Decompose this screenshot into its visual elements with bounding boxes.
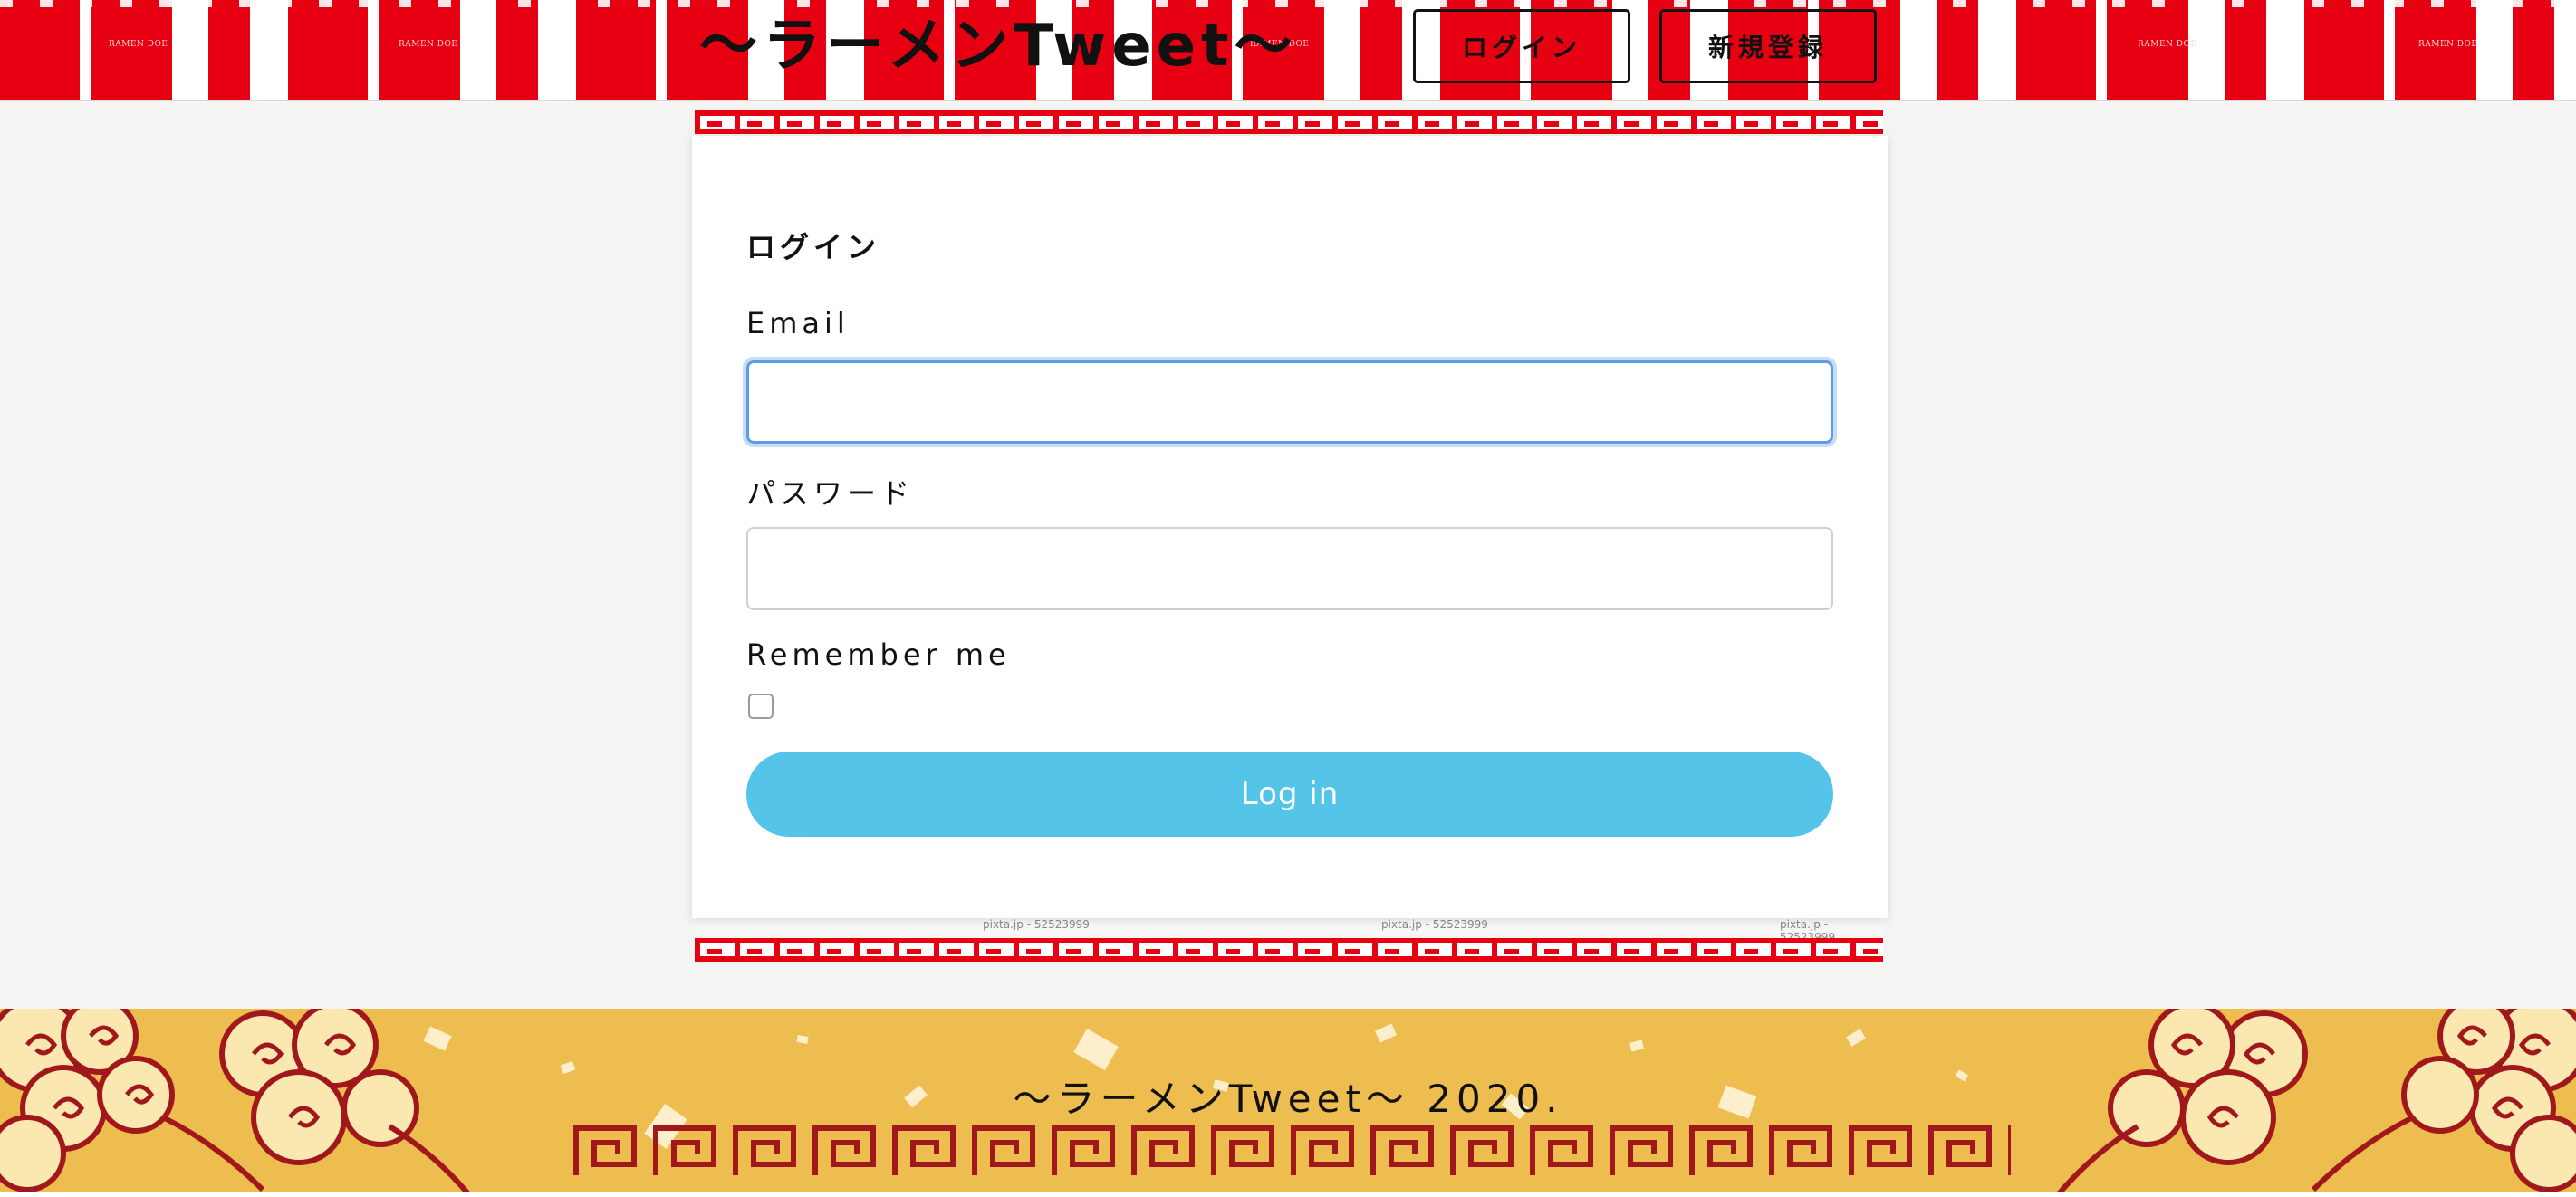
stripe-tag: RAMEN DOE — [109, 40, 168, 49]
stripe-tag: RAMEN DOE — [399, 40, 458, 49]
site-title-link[interactable]: 〜ラーメンTweet〜 — [699, 5, 1298, 87]
site-header: RAMEN DOE RAMEN DOE RAMEN DOE RAMEN DOE … — [0, 0, 2576, 101]
header-login-button[interactable]: ログイン — [1413, 9, 1630, 83]
watermark-text: pixta.jp - 52523999 — [983, 918, 1090, 931]
login-card: ログイン Email パスワード Remember me Log in — [692, 136, 1888, 918]
bottom-edge — [0, 1192, 2576, 1197]
confetti-piece — [1073, 1029, 1119, 1070]
header-signup-button[interactable]: 新規登録 — [1659, 9, 1877, 83]
stripe-tag: RAMEN DOE — [2138, 40, 2197, 49]
password-input[interactable] — [746, 527, 1833, 610]
greek-key-border-top — [695, 110, 1883, 134]
confetti-piece — [796, 1035, 809, 1044]
confetti-piece — [1629, 1039, 1645, 1052]
footer-greek-key-band — [571, 1123, 2011, 1181]
remember-me-label: Remember me — [746, 637, 1011, 672]
confetti-piece — [1846, 1029, 1866, 1047]
stripe-tag: RAMEN DOE — [2418, 40, 2478, 49]
email-label: Email — [746, 306, 850, 340]
watermark-text: pixta.jp - 52523999 — [1381, 918, 1488, 931]
remember-me-checkbox[interactable] — [748, 694, 774, 719]
password-label: パスワード — [746, 476, 915, 511]
confetti-piece — [1374, 1023, 1398, 1043]
login-heading: ログイン — [746, 230, 881, 264]
footer-copyright: 〜ラーメンTweet〜 2020. — [1013, 1077, 1563, 1121]
greek-key-border-bottom — [695, 938, 1883, 962]
email-input[interactable] — [746, 360, 1833, 444]
login-submit-button[interactable]: Log in — [746, 752, 1833, 837]
